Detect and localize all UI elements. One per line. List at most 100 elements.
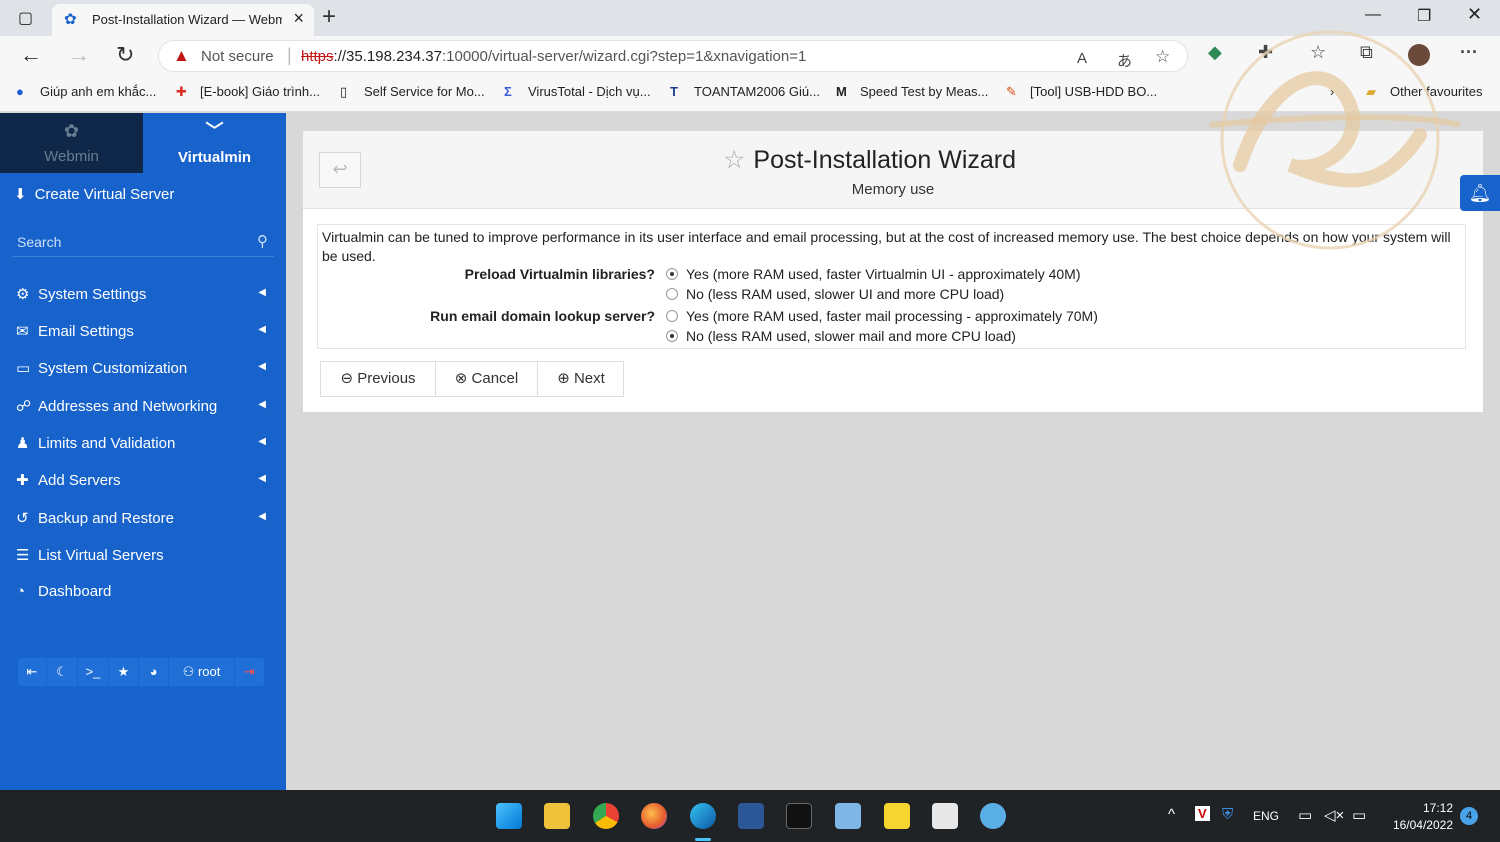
fav-item[interactable]: Σ VirusTotal - Dịch vụ...: [504, 84, 651, 99]
sidebar-item-backup-restore[interactable]: ↺ Backup and Restore ◀: [16, 509, 272, 531]
notifications-bell-icon[interactable]: 🔔︎: [1460, 175, 1500, 211]
battery-icon[interactable]: ▭: [1352, 806, 1366, 824]
url-text[interactable]: https://35.198.234.37:10000/virtual-serv…: [301, 48, 806, 65]
lookup-no-radio[interactable]: [666, 330, 678, 342]
fav-item[interactable]: ▯ Self Service for Mo...: [340, 84, 485, 100]
more-menu-icon[interactable]: ···: [1460, 42, 1478, 63]
preload-yes-option[interactable]: Yes (more RAM used, faster Virtualmin UI…: [666, 266, 1080, 282]
refresh-icon[interactable]: ↻: [116, 42, 134, 68]
file-explorer-icon[interactable]: [544, 803, 570, 829]
extensions-icon[interactable]: ✚: [1258, 42, 1273, 63]
add-favourite-icon[interactable]: ☆: [1155, 47, 1170, 67]
chrome-icon[interactable]: [593, 803, 619, 829]
cancel-button[interactable]: ⊗ Cancel: [436, 362, 538, 396]
sidebar-item-addresses-networking[interactable]: ☍ Addresses and Networking ◀: [16, 397, 272, 419]
sidebar-item-limits-validation[interactable]: ♟ Limits and Validation ◀: [16, 434, 272, 456]
url-scheme: https: [301, 48, 334, 65]
collapse-icon[interactable]: ⇤: [18, 658, 47, 686]
fav-item[interactable]: M Speed Test by Meas...: [836, 84, 988, 99]
switch-virtualmin-label: Virtualmin: [177, 149, 252, 166]
close-window-icon[interactable]: ✕: [1467, 4, 1482, 25]
sidebar: ✿ Webmin ﹀ Virtualmin ⬇ Create Virtual Se…: [0, 113, 286, 790]
not-secure-label[interactable]: Not secure: [201, 48, 274, 65]
fav-item[interactable]: ✚ [E-book] Giáo trình...: [176, 84, 320, 100]
fav-item[interactable]: ✎ [Tool] USB-HDD BO...: [1006, 84, 1157, 100]
other-favourites[interactable]: ▰ Other favourites: [1366, 84, 1483, 100]
fav-item[interactable]: ● Giúp anh em khắc...: [16, 84, 156, 99]
close-tab-icon[interactable]: ×: [293, 8, 304, 29]
lookup-yes-radio[interactable]: [666, 310, 678, 322]
panel-header: ↩ ☆ Post-Installation Wizard Memory use: [303, 131, 1483, 209]
username: root: [197, 664, 221, 679]
user-icon: ⚇: [182, 664, 198, 679]
sidebar-item-email-settings[interactable]: ✉ Email Settings ◀: [16, 322, 272, 344]
next-button[interactable]: ⊕ Next: [538, 362, 624, 396]
favourites-icon[interactable]: ☆: [1310, 42, 1326, 63]
forward-icon[interactable]: →: [68, 42, 90, 68]
notepad-icon[interactable]: [835, 803, 861, 829]
volume-icon[interactable]: ◁×: [1324, 806, 1344, 824]
preload-no-radio[interactable]: [666, 288, 678, 300]
lookup-yes-option[interactable]: Yes (more RAM used, faster mail processi…: [666, 308, 1098, 324]
folder-icon: ▰: [1366, 84, 1376, 99]
wizard-buttons: ⊖ Previous ⊗ Cancel ⊕ Next: [320, 361, 624, 397]
address-bar[interactable]: ▲ Not secure | https://35.198.234.37:100…: [158, 40, 1188, 72]
webmin-favicon-icon: ✿: [64, 11, 77, 28]
network-app-icon[interactable]: [980, 803, 1006, 829]
profile-avatar[interactable]: [1408, 44, 1430, 66]
fav-overflow-icon[interactable]: ›: [1330, 84, 1334, 99]
switch-virtualmin[interactable]: ﹀ Virtualmin: [143, 113, 286, 173]
terminal-icon[interactable]: >_: [78, 658, 109, 686]
sidebar-item-dashboard[interactable]: ◔ Dashboard: [16, 583, 272, 605]
powershell-icon[interactable]: [738, 803, 764, 829]
language-indicator[interactable]: ENG: [1253, 809, 1279, 823]
sticky-notes-icon[interactable]: [884, 803, 910, 829]
notification-badge[interactable]: 4: [1460, 807, 1478, 825]
sidebar-item-list-virtual-servers[interactable]: ☰ List Virtual Servers: [16, 546, 272, 568]
restore-icon[interactable]: ❐: [1417, 6, 1431, 26]
collections-icon[interactable]: ⧉: [1360, 42, 1373, 63]
browser-tab[interactable]: ✿ Post-Installation Wizard — Webmin ×: [52, 4, 314, 36]
back-icon[interactable]: ←: [20, 42, 42, 68]
tray-overflow-icon[interactable]: ^: [1168, 806, 1175, 823]
return-button[interactable]: ↩: [319, 152, 361, 188]
history-icon: ↺: [16, 510, 29, 527]
star-icon[interactable]: ☆: [723, 146, 745, 174]
edge-icon[interactable]: [690, 803, 716, 829]
terminal-app-icon[interactable]: [786, 803, 812, 829]
tray-shield-icon[interactable]: ⛨: [1222, 806, 1233, 823]
preload-yes-radio[interactable]: [666, 268, 678, 280]
minimize-icon[interactable]: —: [1365, 6, 1381, 24]
firefox-icon[interactable]: [641, 803, 667, 829]
read-aloud-icon[interactable]: A: [1077, 50, 1087, 67]
search-input[interactable]: Search ⚲: [12, 227, 274, 257]
create-virtual-server-link[interactable]: ⬇ Create Virtual Server: [14, 185, 174, 203]
switch-webmin[interactable]: ✿ Webmin: [0, 113, 143, 173]
clock[interactable]: 17:12 16/04/2022: [1385, 800, 1453, 834]
tray-app-icon[interactable]: V: [1195, 806, 1210, 821]
snipping-tool-icon[interactable]: [932, 803, 958, 829]
preload-no-option[interactable]: No (less RAM used, slower UI and more CP…: [666, 286, 1004, 302]
user-menu[interactable]: ⚇ root: [169, 658, 235, 686]
lookup-no-option[interactable]: No (less RAM used, slower mail and more …: [666, 328, 1016, 344]
theme-palette-icon[interactable]: ◕: [139, 658, 169, 686]
network-icon[interactable]: ▭: [1298, 806, 1312, 824]
logout-icon[interactable]: ⇥: [235, 658, 264, 686]
previous-button[interactable]: ⊖ Previous: [321, 362, 436, 396]
start-icon[interactable]: [496, 803, 522, 829]
night-mode-icon[interactable]: ☾: [47, 658, 78, 686]
dashboard-icon: ◔: [16, 583, 26, 600]
favorites-star-icon[interactable]: ★: [109, 658, 139, 686]
caret-left-icon: ◀: [258, 436, 266, 447]
sidebar-item-add-servers[interactable]: ✚ Add Servers ◀: [16, 471, 272, 493]
new-tab-icon[interactable]: +: [322, 3, 336, 31]
tab-actions-icon[interactable]: ▢: [18, 8, 33, 28]
network-icon: ☍: [16, 398, 32, 415]
caret-left-icon: ◀: [258, 399, 266, 410]
translate-icon[interactable]: あ: [1117, 50, 1132, 71]
sidebar-item-system-customization[interactable]: ▭ System Customization ◀: [16, 359, 272, 381]
sidebar-item-system-settings[interactable]: ⚙ System Settings ◀: [16, 285, 272, 307]
extension-globe-icon[interactable]: ◆: [1208, 42, 1222, 63]
fav-item[interactable]: T TOANTAM2006 Giú...: [670, 84, 820, 99]
url-path: :10000/virtual-server/wizard.cgi?step=1&…: [441, 48, 807, 65]
